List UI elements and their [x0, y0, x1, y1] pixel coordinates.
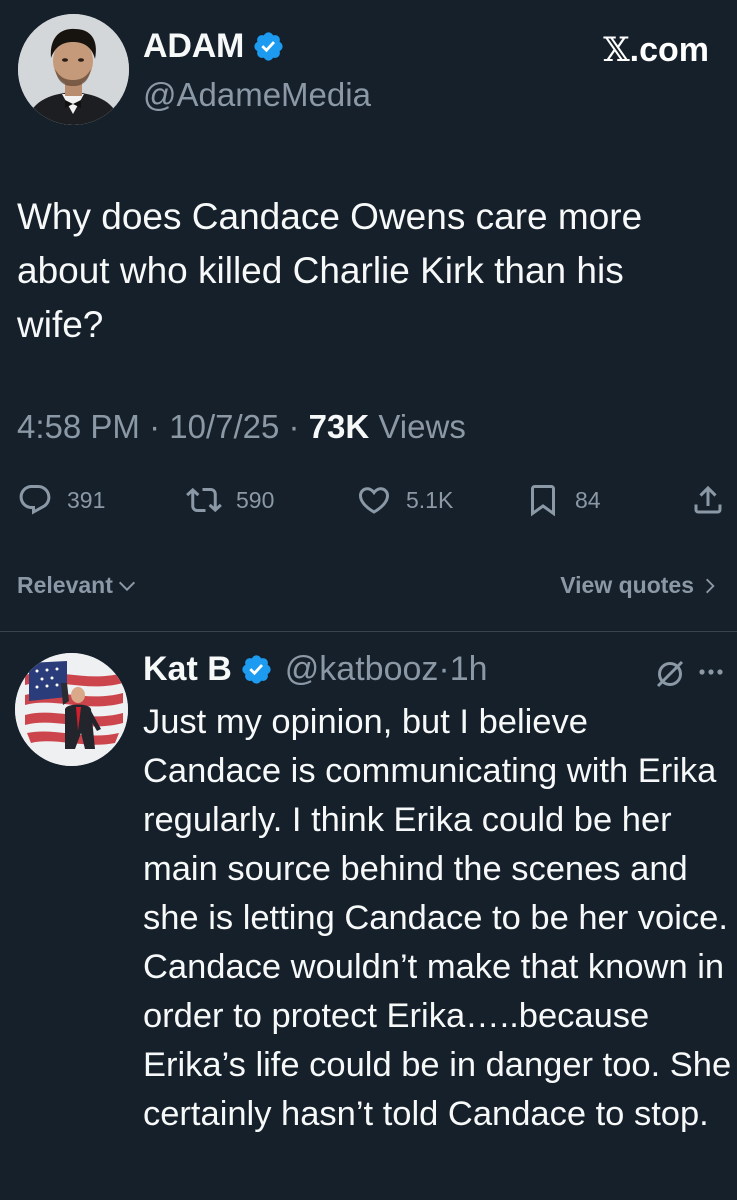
chevron-down-icon	[118, 581, 135, 591]
verified-badge-icon	[254, 32, 283, 61]
like-count: 5.1K	[406, 486, 454, 513]
views-label: Views	[369, 408, 466, 445]
author-handle[interactable]: @AdameMedia	[143, 76, 371, 114]
tweet-date[interactable]: 10/7/25	[169, 408, 279, 445]
chevron-right-icon	[706, 578, 715, 593]
grok-icon[interactable]	[652, 656, 688, 692]
more-icon[interactable]	[697, 660, 725, 684]
author-display-name-row[interactable]: ADAM	[143, 27, 285, 66]
reply-handle[interactable]: @katbooz	[285, 650, 439, 689]
tweet-screen: ADAM @AdameMedia 𝕏.com Why does Candace …	[0, 0, 737, 1200]
share-button[interactable]	[690, 480, 726, 520]
reply-separator: ·	[438, 650, 450, 688]
watermark-brand: 𝕏.com	[603, 30, 709, 70]
repost-count: 590	[236, 486, 275, 513]
author-display-name[interactable]: ADAM	[143, 27, 244, 66]
bookmark-icon	[531, 485, 555, 517]
sort-label: Relevant	[17, 572, 113, 598]
verified-badge-icon	[242, 655, 271, 684]
reply-time[interactable]: 1h	[450, 650, 488, 689]
like-button[interactable]: 5.1K	[356, 480, 453, 520]
brand-suffix: .com	[629, 31, 709, 69]
tweet-time[interactable]: 4:58 PM	[17, 408, 140, 445]
tweet-text: Why does Candace Owens care more about w…	[17, 196, 643, 345]
reply-author-avatar[interactable]	[15, 653, 128, 766]
reply-text: Just my opinion, but I believe Candace i…	[143, 703, 732, 1133]
meta-separator-2: ·	[279, 408, 309, 445]
x-logo-icon: 𝕏	[603, 30, 630, 70]
reply-count: 391	[67, 486, 106, 513]
divider	[0, 631, 737, 632]
bookmark-button[interactable]: 84	[525, 480, 601, 520]
like-icon	[358, 487, 390, 514]
view-quotes-label: View quotes	[560, 572, 694, 598]
meta-separator: ·	[139, 408, 170, 445]
repost-icon	[186, 487, 222, 513]
views-count: 73K	[308, 408, 370, 445]
author-avatar[interactable]	[18, 14, 129, 125]
tweet-meta: 4:58 PM · 10/7/25 · 73K Views	[17, 408, 466, 446]
reply-button[interactable]: 391	[17, 480, 105, 520]
repost-button[interactable]: 590	[186, 480, 274, 520]
reply-sort-dropdown[interactable]: Relevant	[17, 572, 138, 599]
view-quotes-link[interactable]: View quotes	[560, 572, 720, 599]
bookmark-count: 84	[575, 486, 601, 513]
share-icon	[694, 485, 722, 514]
reply-header: Kat B @katbooz · 1h	[143, 650, 488, 689]
reply-display-name[interactable]: Kat B	[143, 650, 232, 689]
reply-icon	[19, 485, 51, 515]
